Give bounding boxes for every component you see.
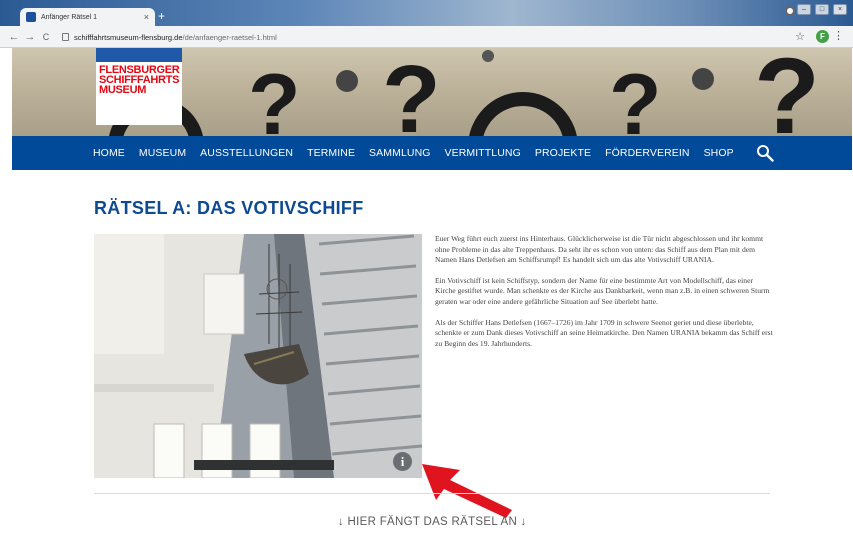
votive-ship-photo[interactable]: i	[94, 234, 422, 478]
nav-item-projekte[interactable]: PROJEKTE	[535, 147, 591, 159]
header-banner: ? ? ? ? FLENSBURGER SCHIFFFAHRTS MUSEUM	[12, 48, 852, 136]
question-mark-decoration: ?	[754, 48, 820, 136]
nav-item-home[interactable]: HOME	[93, 147, 125, 159]
nav-item-shop[interactable]: SHOP	[704, 147, 734, 159]
stairwell-image	[94, 234, 422, 478]
url-field[interactable]: schifffahrtsmuseum-flensburg.de /de/anfa…	[62, 30, 782, 44]
browser-account-icon[interactable]	[785, 6, 795, 16]
article-paragraph: Euer Weg führt euch zuerst ins Hinterhau…	[435, 234, 764, 265]
url-domain: schifffahrtsmuseum-flensburg.de	[74, 32, 183, 42]
close-window-button[interactable]: ×	[833, 4, 847, 15]
logo-text: FLENSBURGER SCHIFFFAHRTS MUSEUM	[99, 64, 180, 96]
back-button[interactable]: ←	[6, 31, 22, 43]
riddle-start-hint: ↓ HIER FÄNGT DAS RÄTSEL AN ↓	[338, 516, 527, 528]
favicon-icon	[26, 12, 36, 22]
search-icon[interactable]	[756, 144, 774, 162]
section-divider	[94, 493, 770, 494]
address-bar: ← → C schifffahrtsmuseum-flensburg.de /d…	[0, 26, 853, 48]
nav-item-foerderverein[interactable]: FÖRDERVEREIN	[605, 147, 689, 159]
article-text: Euer Weg führt euch zuerst ins Hinterhau…	[435, 234, 775, 359]
question-mark-decoration: ?	[382, 48, 441, 137]
browser-tab[interactable]: Anfänger Rätsel 1 ×	[20, 8, 155, 26]
new-tab-button[interactable]: +	[158, 9, 165, 23]
logo-bar	[96, 48, 182, 62]
maximize-button[interactable]: □	[815, 4, 829, 15]
info-icon[interactable]: i	[393, 452, 412, 471]
reload-button[interactable]: C	[38, 32, 54, 42]
banner-dot-decoration	[336, 70, 358, 92]
forward-button[interactable]: →	[22, 31, 38, 43]
nav-item-ausstellungen[interactable]: AUSSTELLUNGEN	[200, 147, 293, 159]
question-mark-decoration: ?	[248, 57, 301, 136]
main-navigation: HOME MUSEUM AUSSTELLUNGEN TERMINE SAMMLU…	[12, 136, 852, 170]
lock-icon	[62, 33, 69, 41]
page-title: RÄTSEL A: DAS VOTIVSCHIFF	[94, 198, 364, 218]
url-path: /de/anfaenger-raetsel-1.html	[182, 32, 277, 42]
article-paragraph: Als der Schiffer Hans Detlefsen (1667–17…	[435, 317, 773, 348]
nav-item-sammlung[interactable]: SAMMLUNG	[369, 147, 430, 159]
profile-avatar[interactable]: F	[816, 30, 829, 43]
museum-logo[interactable]: FLENSBURGER SCHIFFFAHRTS MUSEUM	[96, 48, 182, 125]
tab-title: Anfänger Rätsel 1	[41, 13, 98, 21]
minimize-button[interactable]: –	[797, 4, 811, 15]
annotation-arrow-icon	[422, 464, 512, 518]
nav-item-museum[interactable]: MUSEUM	[139, 147, 186, 159]
banner-dot-decoration	[692, 68, 714, 90]
browser-menu-icon[interactable]: ⋮	[833, 29, 844, 42]
banner-dot-decoration	[482, 50, 494, 62]
tab-close-icon[interactable]: ×	[144, 12, 149, 22]
question-mark-decoration: ?	[609, 57, 662, 136]
browser-tab-bar: Anfänger Rätsel 1 × + – □ ×	[0, 0, 853, 26]
banner-arc-decoration	[468, 92, 578, 136]
article-paragraph: Ein Votivschiff ist kein Schiffstyp, son…	[435, 275, 770, 306]
nav-item-termine[interactable]: TERMINE	[307, 147, 355, 159]
bookmark-star-icon[interactable]: ☆	[795, 30, 805, 43]
window-controls: – □ ×	[797, 4, 847, 15]
nav-item-vermittlung[interactable]: VERMITTLUNG	[445, 147, 521, 159]
